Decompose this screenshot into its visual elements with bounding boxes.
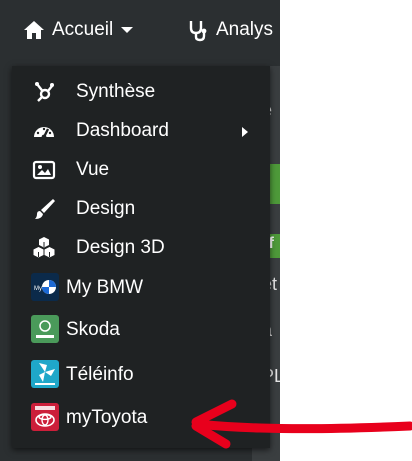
skoda-app-icon <box>31 315 59 343</box>
app-area: Accueil Analys e et a PL if <box>0 0 280 461</box>
nav-analysis[interactable]: Analys <box>186 0 273 60</box>
cubes-icon <box>32 236 56 260</box>
nav-analysis-label: Analys <box>216 19 274 40</box>
chevron-right-icon <box>242 127 248 137</box>
accueil-dropdown-menu: Synthèse Dashboard Vue Design Design 3D … <box>12 66 270 448</box>
menu-item-label: Dashboard <box>76 120 169 141</box>
menu-item-dashboard[interactable]: Dashboard <box>12 112 270 150</box>
home-icon <box>22 18 46 42</box>
nav-accueil-label: Accueil <box>52 19 114 40</box>
menu-item-label: My BMW <box>66 277 144 298</box>
menu-item-label: Synthèse <box>76 81 156 102</box>
svg-text:My: My <box>34 286 42 292</box>
hub-icon <box>32 80 56 104</box>
mybmw-app-icon: My <box>31 273 59 301</box>
mytoyota-app-icon <box>31 403 59 431</box>
paintbrush-icon <box>32 197 56 221</box>
menu-item-design-3d[interactable]: Design 3D <box>12 229 270 267</box>
menu-item-mytoyota[interactable]: myToyota <box>12 399 270 437</box>
menu-item-label: Téléinfo <box>66 364 134 385</box>
stethoscope-icon <box>186 18 210 42</box>
menu-item-vue[interactable]: Vue <box>12 151 270 189</box>
menu-item-label: Skoda <box>66 319 120 340</box>
image-icon <box>32 158 56 182</box>
menu-item-design[interactable]: Design <box>12 190 270 228</box>
nav-accueil[interactable]: Accueil <box>22 0 134 60</box>
menu-item-label: Design <box>76 198 136 219</box>
menu-item-my-bmw[interactable]: My My BMW <box>12 269 270 307</box>
menu-item-label: Vue <box>76 159 110 180</box>
chevron-down-icon <box>121 27 134 33</box>
menu-item-teleinfo[interactable]: Téléinfo <box>12 356 270 394</box>
gauge-icon <box>32 119 56 143</box>
menu-item-label: myToyota <box>66 407 148 428</box>
menu-item-synthese[interactable]: Synthèse <box>12 73 270 111</box>
menu-item-label: Design 3D <box>76 237 165 258</box>
top-navbar: Accueil Analys <box>0 0 280 60</box>
teleinfo-app-icon <box>31 360 59 388</box>
menu-item-skoda[interactable]: Skoda <box>12 311 270 349</box>
